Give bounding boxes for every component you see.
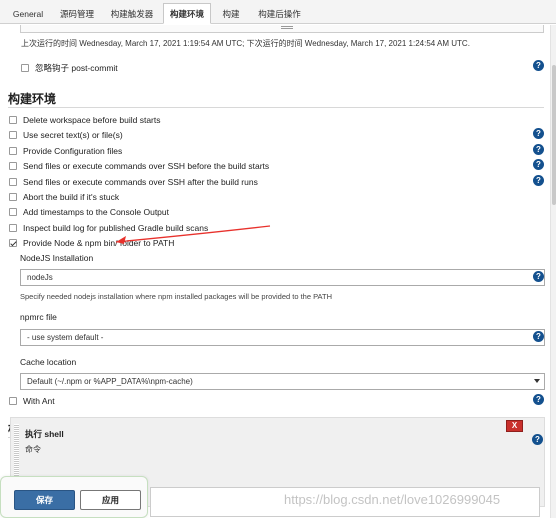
ignore-post-commit-label: 忽略钩子 post-commit: [35, 62, 118, 73]
ignore-post-commit-checkbox[interactable]: [21, 63, 29, 72]
resize-handle-icon[interactable]: [281, 26, 293, 29]
option-label: Send files or execute commands over SSH …: [23, 160, 270, 171]
schedule-textarea[interactable]: [20, 25, 544, 33]
option-checkbox[interactable]: [9, 223, 17, 232]
nodejs-installation-description: Specify needed nodejs installation where…: [20, 292, 332, 301]
help-icon[interactable]: ?: [533, 159, 544, 170]
option-row[interactable]: Send files or execute commands over SSH …: [9, 159, 269, 172]
option-label: Provide Configuration files: [23, 145, 123, 156]
option-label: Abort the build if it's stuck: [23, 191, 120, 202]
option-label: Use secret text(s) or file(s): [23, 129, 123, 140]
option-label: Add timestamps to the Console Output: [23, 206, 169, 217]
nodejs-installation-value: nodeJs: [27, 273, 53, 282]
step-title: 执行 shell: [25, 429, 64, 439]
option-label: Send files or execute commands over SSH …: [23, 176, 258, 187]
cache-location-select[interactable]: Default (~/.npm or %APP_DATA%\npm-cache): [20, 373, 545, 390]
help-icon[interactable]: ?: [533, 331, 544, 342]
option-checkbox[interactable]: [9, 115, 17, 124]
help-icon[interactable]: ?: [532, 434, 543, 445]
help-icon[interactable]: ?: [533, 144, 544, 155]
tab-build[interactable]: 构建: [214, 3, 248, 24]
help-icon[interactable]: ?: [533, 175, 544, 186]
section-title-build-env: 构建环境: [8, 92, 57, 106]
page-scrollbar[interactable]: [550, 25, 556, 518]
option-row[interactable]: Abort the build if it's stuck: [9, 190, 119, 203]
option-checkbox[interactable]: [9, 161, 17, 170]
save-button[interactable]: 保存: [14, 490, 75, 510]
option-label: Provide Node & npm bin/ folder to PATH: [23, 237, 175, 248]
option-checkbox[interactable]: [9, 146, 17, 155]
command-label: 命令: [25, 445, 41, 454]
option-row[interactable]: Provide Configuration files: [9, 144, 122, 157]
chevron-down-icon: [534, 379, 540, 383]
schedule-note: 上次运行的时间 Wednesday, March 17, 2021 1:19:5…: [21, 39, 470, 48]
option-checkbox[interactable]: [9, 207, 17, 216]
option-row[interactable]: Add timestamps to the Console Output: [9, 205, 169, 218]
option-row[interactable]: Delete workspace before build starts: [9, 113, 161, 126]
option-checkbox[interactable]: [9, 177, 17, 186]
option-label: With Ant: [23, 395, 55, 406]
nodejs-installation-label: NodeJS Installation: [20, 253, 94, 263]
option-row[interactable]: Use secret text(s) or file(s): [9, 128, 123, 141]
delete-step-button[interactable]: X: [506, 420, 523, 432]
watermark-text: https://blog.csdn.net/love1026999045: [284, 492, 501, 507]
cache-location-value: Default (~/.npm or %APP_DATA%\npm-cache): [27, 377, 193, 386]
option-checkbox[interactable]: [9, 192, 17, 201]
option-row[interactable]: Inspect build log for published Gradle b…: [9, 221, 208, 234]
npmrc-select[interactable]: - use system default -: [20, 329, 545, 346]
npmrc-value: - use system default -: [27, 333, 104, 342]
tab-post-build[interactable]: 构建后操作: [251, 3, 308, 24]
option-label: Inspect build log for published Gradle b…: [23, 222, 209, 233]
bottom-action-bar: 保存 应用: [0, 476, 148, 518]
option-row[interactable]: Send files or execute commands over SSH …: [9, 175, 258, 188]
help-icon[interactable]: ?: [533, 271, 544, 282]
tab-build-environment[interactable]: 构建环境: [163, 3, 211, 24]
ignore-post-commit-row[interactable]: 忽略钩子 post-commit: [21, 61, 118, 74]
provide-node-checkbox[interactable]: [9, 238, 17, 247]
nodejs-installation-select[interactable]: nodeJs: [20, 269, 545, 286]
config-tab-bar: General 源码管理 构建触发器 构建环境 构建 构建后操作: [0, 0, 556, 24]
apply-button[interactable]: 应用: [80, 490, 141, 510]
option-label: Delete workspace before build starts: [23, 114, 161, 125]
help-icon[interactable]: ?: [533, 60, 544, 71]
cache-location-label: Cache location: [20, 357, 77, 367]
section-divider: [8, 107, 544, 108]
help-icon[interactable]: ?: [533, 394, 544, 405]
option-row-provide-node[interactable]: Provide Node & npm bin/ folder to PATH: [9, 236, 174, 249]
tab-build-triggers[interactable]: 构建触发器: [104, 3, 160, 24]
tab-source-control[interactable]: 源码管理: [52, 3, 102, 24]
tab-general[interactable]: General: [6, 3, 50, 24]
npmrc-label: npmrc file: [20, 312, 57, 322]
with-ant-checkbox[interactable]: [9, 396, 17, 405]
help-icon[interactable]: ?: [533, 128, 544, 139]
option-row-with-ant[interactable]: With Ant: [9, 394, 55, 407]
scrollbar-thumb[interactable]: [552, 65, 556, 205]
option-checkbox[interactable]: [9, 130, 17, 139]
